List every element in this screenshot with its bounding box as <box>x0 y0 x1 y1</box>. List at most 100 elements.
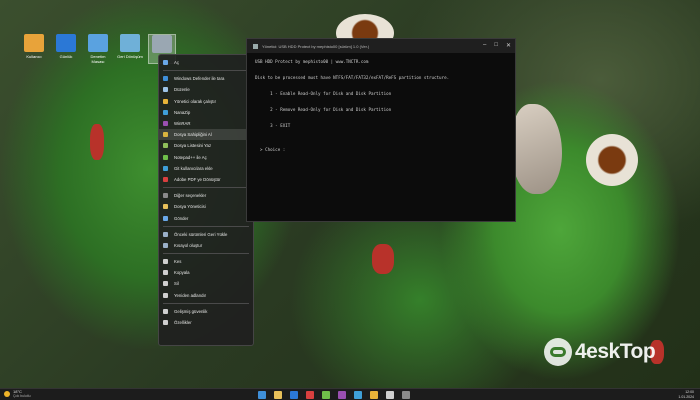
taskbar-app-icon[interactable] <box>274 391 282 399</box>
context-menu-item-label: Gelişmiş güvenlik <box>174 308 208 314</box>
terminal-line: 1 - Enable Read-Only for Disk and Disk P… <box>255 91 392 96</box>
parrot-red-patch <box>372 244 394 274</box>
context-menu-item-label: Windows Defender ile tara <box>174 76 225 82</box>
system-tray-clock[interactable]: 12:00 1.01.2024 <box>678 390 694 400</box>
watermark-logo: 4eskTop <box>544 338 656 366</box>
context-menu-item-label: Özellikler <box>174 320 192 326</box>
context-menu-item[interactable]: Yeniden adlandır <box>159 290 253 301</box>
context-menu-item[interactable]: Sil <box>159 278 253 289</box>
taskbar-app-icon[interactable] <box>338 391 346 399</box>
context-menu-item[interactable]: Yönetici olarak çalıştır <box>159 96 253 107</box>
recycle-bin-icon <box>120 34 140 52</box>
terminal-titlebar[interactable]: Yönetici: USB HDD Protect by mephisto00 … <box>247 39 515 53</box>
taskbar-app-icon[interactable] <box>370 391 378 399</box>
desktop-icon-label: Geri Dönüşüm <box>117 54 143 59</box>
monitor-icon <box>56 34 76 52</box>
taskbar-app-icon[interactable] <box>290 391 298 399</box>
context-menu-item-label: Notepad++ ile Aç <box>174 154 207 160</box>
taskbar-app-icon[interactable] <box>322 391 330 399</box>
weather-condition: Çok bulutlu <box>13 394 31 398</box>
context-menu-item-label: Dosya Listesini Yaz <box>174 143 212 149</box>
taskbar-app-icon[interactable] <box>258 391 266 399</box>
taskbar-app-icon[interactable] <box>306 391 314 399</box>
context-menu-item[interactable]: Kopyala <box>159 267 253 278</box>
menu-separator <box>163 225 249 227</box>
context-menu-item-label: WinRAR <box>174 121 191 127</box>
maximize-icon[interactable]: □ <box>494 42 498 49</box>
minimize-icon[interactable]: – <box>483 42 486 49</box>
context-menu-item-label: NanaZip <box>174 109 191 115</box>
context-menu-item-label: Yönetici olarak çalıştır <box>174 98 217 104</box>
context-menu-item[interactable]: Dosya Sahipliğini Al <box>159 129 253 141</box>
parrot-beak <box>512 104 562 194</box>
weather-widget[interactable]: 18°C Çok bulutlu <box>4 390 31 398</box>
context-menu-item[interactable]: Dosya Listesini Yaz <box>159 140 253 151</box>
context-menu-item[interactable]: Kısayol oluştur <box>159 240 253 251</box>
shield-icon <box>163 76 168 82</box>
copy-icon <box>163 270 168 276</box>
user-folder-icon <box>24 34 44 52</box>
terminal-output[interactable]: USB HDD Protect by mephisto00 | www.TNCT… <box>247 53 515 161</box>
context-menu-item[interactable]: Windows Defender ile tara› <box>159 73 253 84</box>
archive-icon <box>163 109 168 115</box>
context-menu-item[interactable]: NanaZip› <box>159 107 253 118</box>
context-menu-item[interactable]: Gelişmiş güvenlik <box>159 306 253 317</box>
desktop-icon-label: Günlük <box>59 54 73 59</box>
context-menu: Aç Windows Defender ile tara› Düzenle Yönet… <box>158 54 254 346</box>
context-menu-item[interactable]: Aç <box>159 57 253 68</box>
context-menu-item[interactable]: WinRAR› <box>159 118 253 129</box>
desktop-icon[interactable]: Denetim Masası <box>84 34 112 64</box>
terminal-line: 3 - EXIT <box>255 123 291 128</box>
menu-separator <box>163 187 249 189</box>
context-menu-item-label: Kısayol oluştur <box>174 242 203 248</box>
context-menu-item[interactable]: Git kullanıcılara ekle <box>159 163 253 174</box>
edit-icon <box>163 87 168 93</box>
properties-icon <box>163 320 168 326</box>
context-menu-item-label: Kes <box>174 259 182 265</box>
desktop-icon[interactable]: Günlük <box>52 34 80 64</box>
taskbar-app-icon[interactable] <box>386 391 394 399</box>
context-menu-item-label: Dosya Yöneticisi <box>174 204 206 210</box>
desktop-icon-grid: Kullanıcı Günlük Denetim Masası Geri Dönüşü… <box>20 34 176 64</box>
desktop-icon-label: Denetim Masası <box>90 54 106 64</box>
context-menu-item-label: Yeniden adlandır <box>174 292 207 298</box>
open-icon <box>163 60 168 66</box>
terminal-line: USB HDD Protect by mephisto00 | www.TNCT… <box>255 59 369 64</box>
control-panel-icon <box>88 34 108 52</box>
desktop-icon[interactable]: Kullanıcı <box>20 34 48 64</box>
context-menu-item[interactable]: Notepad++ ile Aç <box>159 152 253 163</box>
desktop-icon-label: Kullanıcı <box>26 54 42 59</box>
context-menu-item[interactable]: Düzenle <box>159 84 253 95</box>
context-menu-item[interactable]: Önceki sürümleri Geri Yükle <box>159 229 253 240</box>
watermark-icon <box>544 338 572 366</box>
context-menu-item[interactable]: Özellikler <box>159 317 253 328</box>
taskbar-apps <box>258 391 410 399</box>
rename-icon <box>163 292 168 298</box>
context-menu-item-label: Gönder <box>174 215 189 221</box>
cut-icon <box>163 259 168 265</box>
context-menu-item-label: Diğer seçenekler <box>174 193 207 199</box>
taskbar-app-icon[interactable] <box>354 391 362 399</box>
close-icon[interactable]: ✕ <box>506 42 511 49</box>
notepad-icon <box>163 154 168 160</box>
menu-separator <box>163 70 249 72</box>
taskbar-app-icon[interactable] <box>402 391 410 399</box>
desktop-icon[interactable]: Geri Dönüşüm <box>116 34 144 64</box>
parrot-red-patch <box>90 124 104 160</box>
context-menu-item[interactable]: Kes <box>159 256 253 267</box>
list-icon <box>163 143 168 149</box>
context-menu-item[interactable]: Adobe PDF ye Dönüştür <box>159 174 253 185</box>
delete-icon <box>163 281 168 287</box>
context-menu-item[interactable]: Gönder› <box>159 212 253 223</box>
context-menu-item[interactable]: Diğer seçenekler› <box>159 190 253 201</box>
restore-icon <box>163 231 168 237</box>
admin-shield-icon <box>163 98 168 104</box>
context-menu-item[interactable]: Dosya Yöneticisi› <box>159 201 253 212</box>
context-menu-item-label: Git kullanıcılara ekle <box>174 165 213 171</box>
terminal-window[interactable]: Yönetici: USB HDD Protect by mephisto00 … <box>246 38 516 222</box>
